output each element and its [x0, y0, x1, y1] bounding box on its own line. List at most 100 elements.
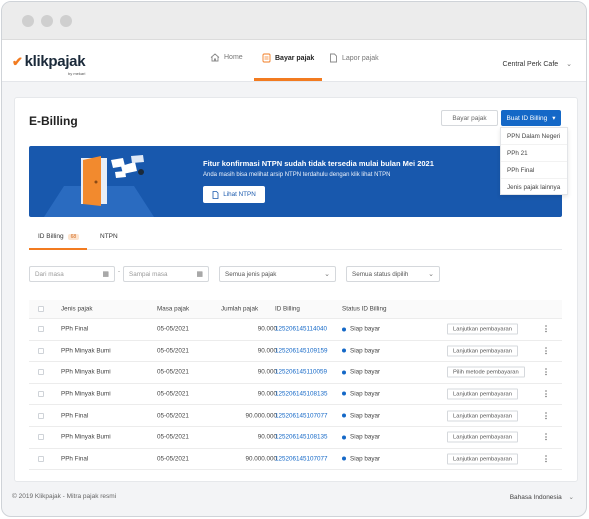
nav-lapor-pajak[interactable]: Lapor pajak	[329, 53, 379, 63]
row-checkbox[interactable]	[38, 347, 44, 354]
brand-logo[interactable]: ✔ klikpajak	[12, 53, 86, 70]
cell-id-billing-link[interactable]: 125206145107077	[275, 412, 328, 419]
row-checkbox[interactable]	[38, 412, 44, 419]
buat-id-billing-button[interactable]: Buat ID Billing ▾	[501, 110, 561, 126]
lihat-ntpn-button[interactable]: Lihat NTPN	[203, 186, 265, 203]
menu-item-pph-final[interactable]: PPh Final	[501, 162, 567, 179]
cell-id-billing-link[interactable]: 125206145108135	[275, 434, 328, 441]
window-maximize-icon[interactable]	[60, 15, 72, 27]
cell-jumlah: 90.000.000	[245, 455, 277, 463]
header-id-billing: ID Billing	[275, 305, 300, 313]
document-icon	[330, 53, 337, 63]
more-options-icon[interactable]: ⋮	[542, 346, 550, 355]
row-checkbox[interactable]	[38, 326, 44, 333]
cell-id-billing-link[interactable]: 125206145114040	[275, 326, 327, 333]
cell-id-billing-link[interactable]: 125206145110059	[275, 369, 327, 376]
status-dot-icon	[342, 456, 346, 461]
row-action-button[interactable]: Lanjutkan pembayaran	[447, 410, 518, 422]
window-close-icon[interactable]	[22, 15, 34, 27]
page-title: E-Billing	[29, 114, 78, 128]
table-row: PPh Minyak Bumi 05-05/2021 90.000 125206145…	[29, 427, 562, 449]
cell-masa: 05-05/2021	[157, 368, 189, 376]
row-checkbox[interactable]	[38, 391, 44, 398]
row-checkbox[interactable]	[38, 369, 44, 376]
date-range-separator: -	[118, 269, 120, 275]
chevron-down-icon: ▾	[552, 115, 556, 122]
nav-bayar-pajak[interactable]: Bayar pajak	[262, 53, 314, 63]
cell-id-billing-link[interactable]: 125206145109159	[275, 347, 328, 354]
status-select[interactable]: Semua status dipilih ⌄	[346, 266, 440, 282]
menu-item-lainnya[interactable]: Jenis pajak lainnya	[501, 179, 567, 196]
nav-home[interactable]: Home	[210, 53, 243, 62]
language-switcher[interactable]: Bahasa Indonesia ⌄	[510, 493, 574, 501]
calendar-icon: ▦	[196, 271, 203, 278]
cell-jumlah: 90.000	[257, 433, 277, 441]
cell-id-billing-link[interactable]: 125206145108135	[275, 391, 328, 398]
menu-item-ppn[interactable]: PPN Dalam Negeri	[501, 128, 567, 145]
cell-status: Siap bayar	[342, 369, 380, 376]
select-all-checkbox[interactable]	[38, 306, 44, 312]
tab-id-billing[interactable]: ID Billing 68	[38, 233, 80, 240]
row-action-button[interactable]: Lanjutkan pembayaran	[447, 431, 518, 443]
row-checkbox[interactable]	[38, 434, 44, 441]
cell-jenis: PPh Final	[61, 412, 89, 420]
more-options-icon[interactable]: ⋮	[542, 411, 550, 420]
nav-lapor-label: Lapor pajak	[342, 54, 379, 62]
tab-ntpn[interactable]: NTPN	[100, 233, 118, 240]
billing-table: Jenis pajak Masa pajak Jumlah pajak ID B…	[29, 300, 562, 471]
more-options-icon[interactable]: ⋮	[542, 325, 550, 334]
cell-status: Siap bayar	[342, 391, 380, 398]
row-action-button[interactable]: Pilih metode pembayaran	[447, 366, 525, 378]
bayar-pajak-button[interactable]: Bayar pajak	[441, 110, 498, 126]
table-row: PPh Minyak Bumi 05-05/2021 90.000 125206145…	[29, 384, 562, 406]
chevron-down-icon: ⌄	[324, 271, 330, 278]
cell-status: Siap bayar	[342, 434, 380, 441]
row-action-button[interactable]: Lanjutkan pembayaran	[447, 453, 518, 465]
table-row: PPh Final 05-05/2021 90.000.000 12520614510…	[29, 449, 562, 471]
cell-jenis: PPh Minyak Bumi	[61, 390, 111, 398]
row-action-button[interactable]: Lanjutkan pembayaran	[447, 345, 518, 357]
cell-id-billing-link[interactable]: 125206145107077	[275, 455, 328, 462]
main-card: E-Billing Bayar pajak Buat ID Billing ▾ …	[14, 97, 578, 482]
status-label: Siap bayar	[350, 368, 381, 376]
company-switcher[interactable]: Central Perk Cafe ⌄	[503, 60, 572, 68]
home-icon	[210, 53, 220, 62]
active-nav-indicator	[254, 78, 322, 81]
row-action-button[interactable]: Lanjutkan pembayaran	[447, 388, 518, 400]
status-label: Siap bayar	[350, 347, 381, 355]
menu-item-pph21[interactable]: PPh 21	[501, 145, 567, 162]
jenis-pajak-value: Semua jenis pajak	[225, 270, 277, 278]
status-label: Siap bayar	[350, 455, 381, 463]
calendar-icon: ▦	[102, 271, 109, 278]
cell-jenis: PPh Final	[61, 455, 89, 463]
more-options-icon[interactable]: ⋮	[542, 390, 550, 399]
status-dot-icon	[342, 370, 346, 375]
status-value: Semua status dipilih	[352, 270, 409, 278]
door-illustration	[44, 155, 154, 217]
table-row: PPh Final 05-05/2021 90.000 125206145114040…	[29, 319, 562, 341]
row-action-button[interactable]: Lanjutkan pembayaran	[447, 323, 518, 335]
footer-copyright: © 2019 Klikpajak - Mitra pajak resmi	[12, 493, 117, 500]
nav-bayar-label: Bayar pajak	[275, 54, 315, 62]
more-options-icon[interactable]: ⋮	[542, 454, 550, 463]
sampai-masa-input[interactable]: Sampai masa ▦	[123, 266, 209, 282]
jenis-pajak-select[interactable]: Semua jenis pajak ⌄	[219, 266, 336, 282]
row-checkbox[interactable]	[38, 455, 44, 462]
ntpn-banner: Fitur konfirmasi NTPN sudah tidak tersed…	[29, 146, 562, 217]
status-dot-icon	[342, 327, 346, 332]
nav-home-label: Home	[224, 54, 243, 61]
more-options-icon[interactable]: ⋮	[542, 368, 550, 377]
tab-bar: ID Billing 68 NTPN	[29, 230, 562, 250]
cell-status: Siap bayar	[342, 326, 380, 333]
dari-masa-input[interactable]: Dari masa ▦	[29, 266, 115, 282]
sampai-masa-placeholder: Sampai masa	[129, 270, 168, 278]
header-jenis: Jenis pajak	[61, 305, 93, 313]
top-navigation: ✔ klikpajak by mekari Home Bayar pajak La…	[2, 40, 586, 82]
cell-jenis: PPh Minyak Bumi	[61, 347, 111, 355]
check-logo-icon: ✔	[12, 54, 23, 69]
window-minimize-icon[interactable]	[41, 15, 53, 27]
table-row: PPh Minyak Bumi 05-05/2021 90.000 125206145…	[29, 341, 562, 363]
table-row: PPh Minyak Bumi 05-05/2021 90.000 125206145…	[29, 362, 562, 384]
cell-jumlah: 90.000	[257, 347, 277, 355]
more-options-icon[interactable]: ⋮	[542, 433, 550, 442]
